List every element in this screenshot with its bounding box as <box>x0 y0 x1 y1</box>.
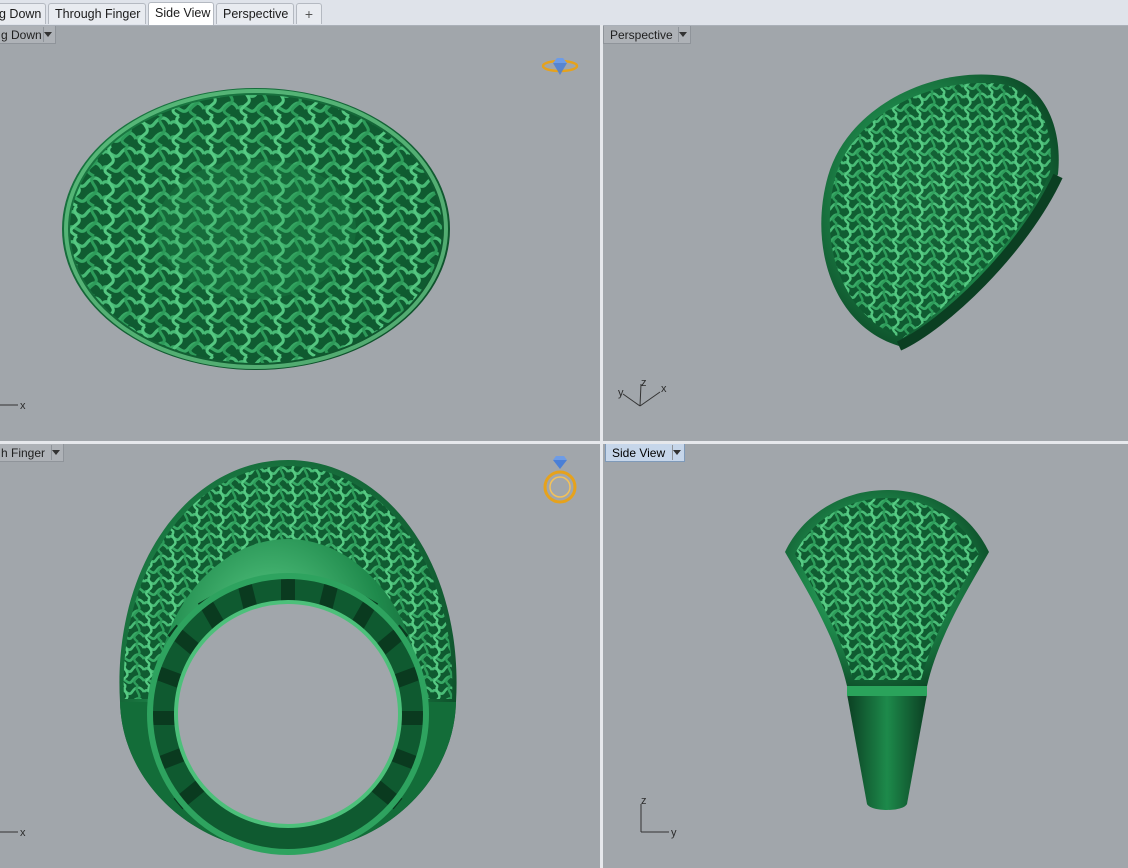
ring-perspective-view: y x z <box>618 74 1063 407</box>
viewport-title-top-left[interactable]: g Down <box>0 26 56 44</box>
tab-looking-down[interactable]: g Down <box>0 3 46 24</box>
chevron-down-icon[interactable] <box>679 32 687 37</box>
tab-perspective[interactable]: Perspective <box>216 3 294 24</box>
viewport-bottom-right[interactable]: z y Side View <box>603 444 1128 868</box>
viewport-title-through-finger[interactable]: h Finger <box>0 444 64 462</box>
axis-x-label: x <box>20 827 26 839</box>
viewport-title-perspective[interactable]: Perspective <box>603 26 691 44</box>
viewport-divider-vertical[interactable] <box>600 25 603 868</box>
viewport-title-side-view[interactable]: Side View <box>605 444 685 462</box>
viewport-divider-horizontal[interactable] <box>0 441 1128 444</box>
add-tab-button[interactable]: + <box>296 3 322 24</box>
tab-side-view[interactable]: Side View <box>148 2 214 25</box>
viewport-tab-bar: g Down Through Finger Side View Perspect… <box>0 0 1128 26</box>
axis-x-label: x <box>661 383 667 395</box>
axis-y-label: y <box>671 827 677 839</box>
ring-front-icon <box>543 456 577 504</box>
axis-z-label: z <box>641 795 647 807</box>
tab-through-finger[interactable]: Through Finger <box>48 3 146 24</box>
axis-z-label: z <box>641 377 647 389</box>
axis-y-label: y <box>618 387 624 399</box>
ring-top-icon <box>541 58 579 75</box>
chevron-down-icon[interactable] <box>44 32 52 37</box>
viewport-top-right[interactable]: y x z Perspective <box>603 26 1128 441</box>
axis-x-label: x <box>20 400 26 412</box>
chevron-down-icon[interactable] <box>673 450 681 455</box>
viewport-top-left[interactable]: x g Down <box>0 26 600 441</box>
ring-side-view: z y <box>640 490 989 839</box>
ring-front-view: x <box>0 456 577 855</box>
viewport-bottom-left[interactable]: x h Finger <box>0 444 600 868</box>
chevron-down-icon[interactable] <box>52 450 60 455</box>
ring-top-view: x <box>0 58 579 412</box>
